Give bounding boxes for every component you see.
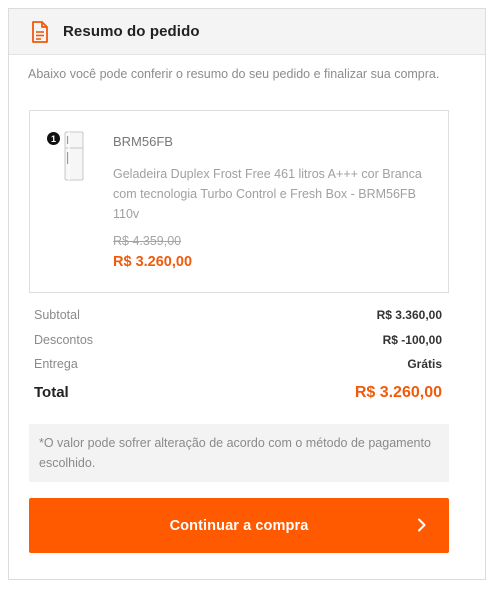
continue-purchase-label: Continuar a compra <box>169 517 309 534</box>
continue-purchase-button[interactable]: Continuar a compra <box>29 498 449 553</box>
product-old-price: R$ 4.359,00 <box>113 234 182 248</box>
product-item: 1 BRM56FB Geladeira Duplex Frost Free 46… <box>29 110 449 293</box>
product-image <box>64 131 84 181</box>
product-price: R$ 3.260,00 <box>113 254 193 270</box>
total-label: Total <box>34 384 69 401</box>
subtotal-label: Subtotal <box>34 308 80 322</box>
order-summary-header: Resumo do pedido <box>9 9 485 55</box>
intro-text: Abaixo você pode conferir o resumo do se… <box>28 67 440 81</box>
subtotal-row: Subtotal R$ 3.360,00 <box>34 308 442 322</box>
shipping-row: Entrega Grátis <box>34 357 442 371</box>
product-sku: BRM56FB <box>113 134 173 149</box>
discount-value: R$ -100,00 <box>382 333 442 347</box>
price-notice: *O valor pode sofrer alteração de acordo… <box>29 424 449 482</box>
shipping-label: Entrega <box>34 357 78 371</box>
document-icon <box>32 20 48 43</box>
total-value: R$ 3.260,00 <box>354 384 442 401</box>
order-summary-title: Resumo do pedido <box>63 23 200 40</box>
shipping-value: Grátis <box>407 357 442 371</box>
product-description: Geladeira Duplex Frost Free 461 litros A… <box>113 167 422 221</box>
quantity-badge: 1 <box>47 132 60 145</box>
subtotal-value: R$ 3.360,00 <box>376 308 442 322</box>
discount-label: Descontos <box>34 333 94 347</box>
discount-row: Descontos R$ -100,00 <box>34 333 442 347</box>
total-row: Total R$ 3.260,00 <box>34 384 442 402</box>
chevron-right-icon <box>418 518 426 532</box>
order-summary-card: Resumo do pedido <box>8 8 486 580</box>
